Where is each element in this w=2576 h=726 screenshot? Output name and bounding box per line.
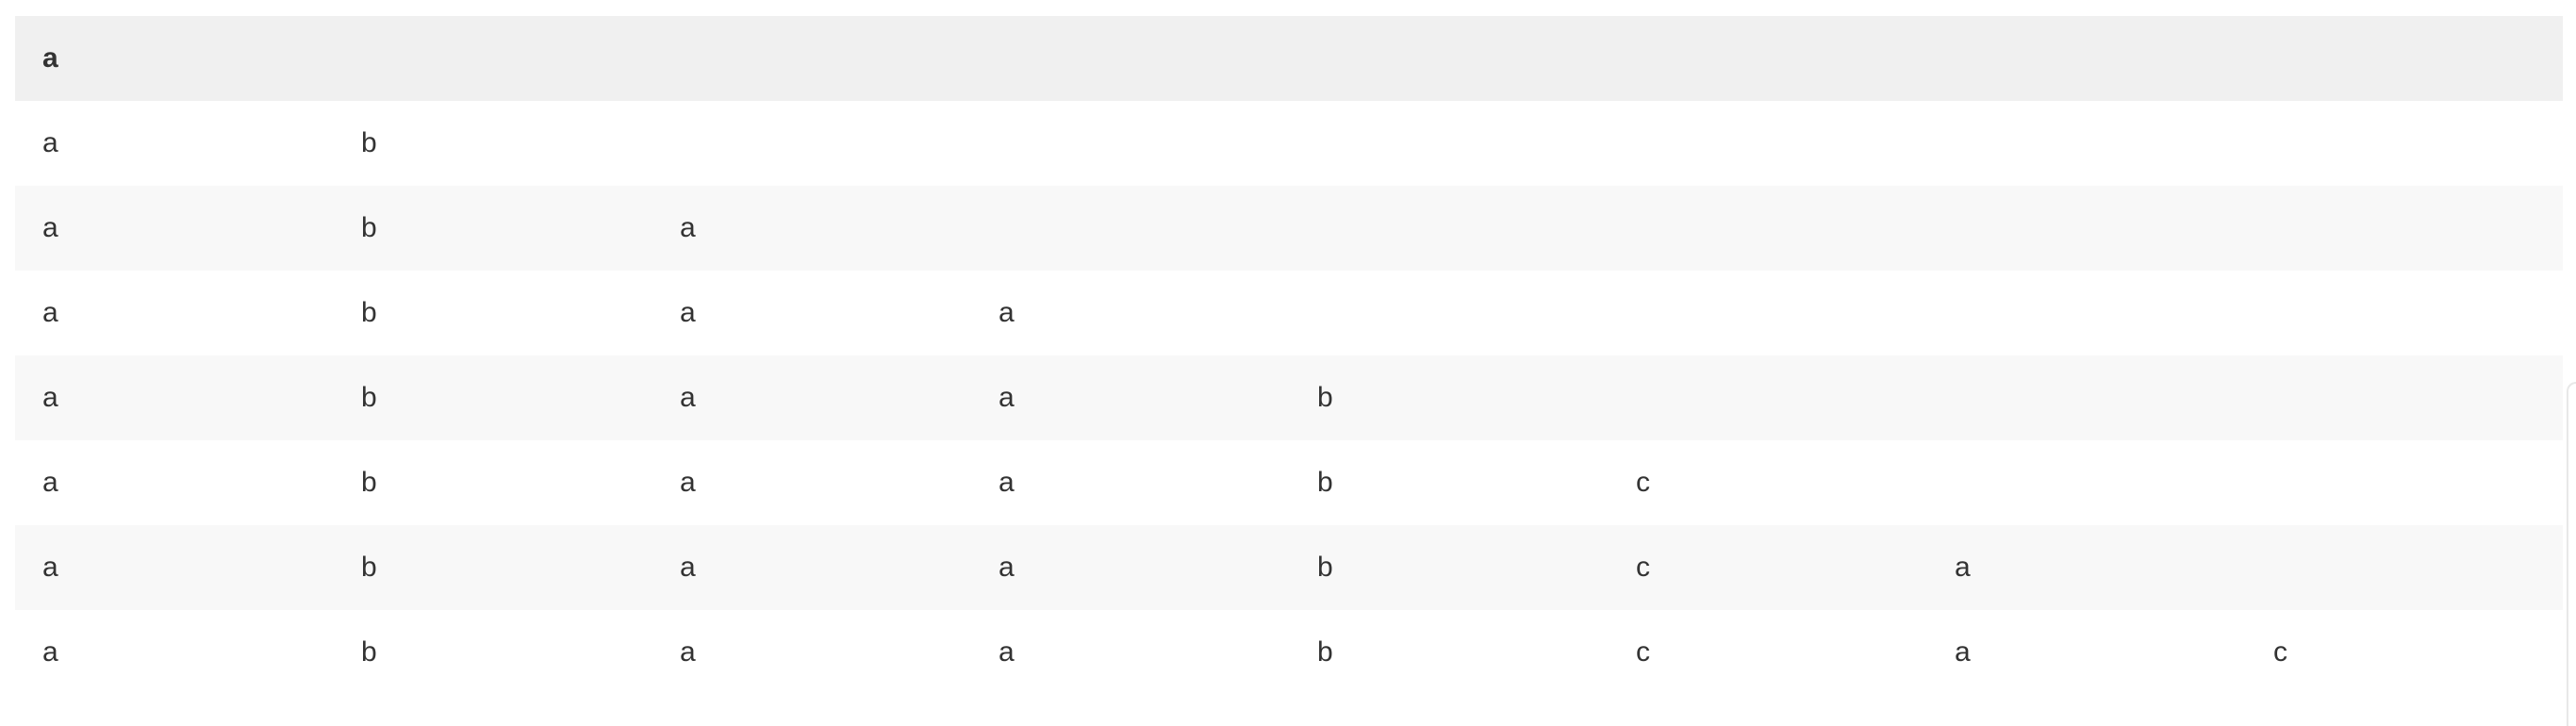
table-cell: b xyxy=(361,636,377,668)
table-cell: b xyxy=(361,467,377,498)
table-cell: a xyxy=(680,382,696,413)
table-cell: b xyxy=(361,127,377,158)
table-cell: a xyxy=(42,382,58,413)
table-cell: c xyxy=(2273,636,2287,668)
table-cell: b xyxy=(1317,382,1333,413)
table-cell: b xyxy=(1317,636,1333,668)
table-row: a b a a b c a xyxy=(15,525,2563,610)
table-row: a b a xyxy=(15,186,2563,271)
table-cell: a xyxy=(680,636,696,668)
table-cell: b xyxy=(1317,467,1333,498)
table-cell: a xyxy=(1955,552,1971,583)
table-cell: a xyxy=(999,636,1015,668)
table-cell: a xyxy=(42,127,58,158)
table-cell: a xyxy=(999,297,1015,328)
panel-edge xyxy=(2567,382,2576,726)
table-cell: b xyxy=(361,382,377,413)
table-row: a b xyxy=(15,101,2563,186)
table-cell: a xyxy=(42,552,58,583)
table-cell: a xyxy=(999,382,1015,413)
table-cell: b xyxy=(361,552,377,583)
table-cell: a xyxy=(999,552,1015,583)
table-cell: a xyxy=(680,297,696,328)
table-cell: a xyxy=(42,467,58,498)
header-cell: a xyxy=(42,42,58,74)
table-cell: a xyxy=(42,297,58,328)
table-cell: a xyxy=(42,212,58,243)
data-table: a a b a b a a b a a a b a a b a b a a b … xyxy=(15,16,2563,695)
table-row: a b a a b c a c xyxy=(15,610,2563,695)
table-row: a b a a b c xyxy=(15,440,2563,525)
table-cell: a xyxy=(680,467,696,498)
table-cell: b xyxy=(361,212,377,243)
table-header-row: a xyxy=(15,16,2563,101)
table-cell: a xyxy=(680,212,696,243)
table-cell: a xyxy=(680,552,696,583)
table-row: a b a a xyxy=(15,271,2563,355)
table-cell: b xyxy=(361,297,377,328)
table-cell: a xyxy=(999,467,1015,498)
table-cell: b xyxy=(1317,552,1333,583)
table-cell: c xyxy=(1636,552,1650,583)
table-cell: c xyxy=(1636,467,1650,498)
table-cell: c xyxy=(1636,636,1650,668)
table-row: a b a a b xyxy=(15,355,2563,440)
table-cell: a xyxy=(42,636,58,668)
table-cell: a xyxy=(1955,636,1971,668)
